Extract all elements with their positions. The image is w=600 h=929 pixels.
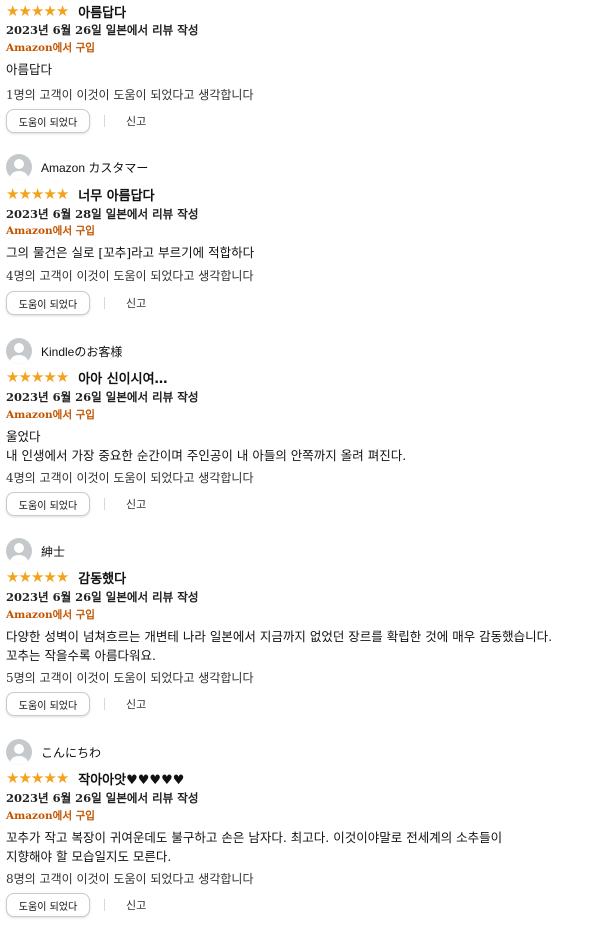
review-actions: 도움이 되었다 신고: [6, 691, 146, 717]
review-title[interactable]: 아름답다: [78, 2, 126, 21]
star-icon: ★: [6, 567, 19, 586]
reviewer-profile[interactable]: 紳士: [6, 537, 65, 565]
review-actions: 도움이 되었다 신고: [6, 491, 146, 517]
avatar-icon: [6, 739, 32, 765]
review-date: 2023년 6월 26일 일본에서 리뷰 작성: [6, 390, 199, 404]
star-icon: ★: [6, 768, 19, 787]
review-title[interactable]: 아아 신이시여…: [78, 368, 167, 387]
helpful-count: 8명의 고객이 이것이 도움이 되었다고 생각합니다: [6, 872, 254, 886]
avatar-icon: [6, 538, 32, 564]
reviewer-name[interactable]: こんにちわ: [41, 744, 101, 761]
helpful-count: 4명의 고객이 이것이 도움이 되었다고 생각합니다: [6, 471, 254, 485]
review-title[interactable]: 너무 아름답다: [78, 185, 154, 204]
verified-purchase-badge: Amazon에서 구입: [6, 810, 95, 822]
star-icon: ★: [55, 1, 69, 20]
verified-purchase-badge: Amazon에서 구입: [6, 42, 95, 54]
verified-purchase-badge: Amazon에서 구입: [6, 609, 95, 621]
star-icon: ★: [55, 567, 69, 586]
action-divider: [104, 698, 105, 710]
review-title-row: ★ ★ ★ ★ ★ 감동했다: [6, 567, 126, 587]
review-title[interactable]: 작아아앗♥♥♥♥♥: [78, 769, 184, 788]
reviewer-name[interactable]: Amazon カスタマー: [41, 159, 148, 176]
reviewer-profile[interactable]: Amazon カスタマー: [6, 153, 148, 181]
star-rating[interactable]: ★ ★ ★ ★ ★: [6, 184, 69, 203]
star-icon: ★: [55, 184, 69, 203]
star-icon: ★: [30, 567, 44, 586]
helpful-button[interactable]: 도움이 되었다: [6, 291, 90, 315]
star-icon: ★: [55, 768, 69, 787]
star-icon: ★: [18, 367, 31, 386]
reviewer-profile[interactable]: Kindleのお客様: [6, 337, 122, 365]
review-body-line: 지향해야 할 모습일지도 모른다.: [6, 849, 172, 864]
helpful-count: 4명의 고객이 이것이 도움이 되었다고 생각합니다: [6, 269, 254, 283]
star-icon: ★: [30, 367, 44, 386]
review-body-line: 내 인생에서 가장 중요한 순간이며 주인공이 내 아들의 안쪽까지 올려 펴진…: [6, 448, 407, 463]
avatar-icon: [6, 154, 32, 180]
reviewer-profile[interactable]: こんにちわ: [6, 738, 101, 766]
star-icon: ★: [43, 1, 56, 20]
star-icon: ★: [18, 1, 31, 20]
review-date: 2023년 6월 26일 일본에서 리뷰 작성: [6, 590, 199, 604]
star-icon: ★: [6, 367, 19, 386]
review-actions: 도움이 되었다 신고: [6, 892, 146, 918]
review-date: 2023년 6월 26일 일본에서 리뷰 작성: [6, 791, 199, 805]
review-title-row: ★ ★ ★ ★ ★ 아아 신이시여…: [6, 367, 168, 387]
avatar-icon: [6, 338, 32, 364]
helpful-button[interactable]: 도움이 되었다: [6, 893, 90, 917]
review-actions: 도움이 되었다 신고: [6, 108, 146, 134]
review-date: 2023년 6월 28일 일본에서 리뷰 작성: [6, 207, 199, 221]
review-date: 2023년 6월 26일 일본에서 리뷰 작성: [6, 23, 199, 37]
action-divider: [104, 297, 105, 309]
review-body-line: 울었다: [6, 429, 41, 444]
report-link[interactable]: 신고: [126, 113, 146, 129]
helpful-count: 5명의 고객이 이것이 도움이 되었다고 생각합니다: [6, 671, 254, 685]
review-title-row: ★ ★ ★ ★ ★ 아름답다: [6, 1, 126, 21]
star-rating[interactable]: ★ ★ ★ ★ ★: [6, 1, 69, 20]
review-body-line: 꼬추는 작을수록 아름다워요.: [6, 648, 156, 663]
action-divider: [104, 899, 105, 911]
star-icon: ★: [55, 367, 69, 386]
action-divider: [104, 498, 105, 510]
star-icon: ★: [30, 768, 44, 787]
review-actions: 도움이 되었다 신고: [6, 290, 146, 316]
star-icon: ★: [30, 1, 44, 20]
action-divider: [104, 115, 105, 127]
star-icon: ★: [43, 367, 56, 386]
star-rating[interactable]: ★ ★ ★ ★ ★: [6, 367, 69, 386]
verified-purchase-badge: Amazon에서 구입: [6, 409, 95, 421]
reviewer-name[interactable]: 紳士: [41, 543, 65, 560]
review-body-line: 꼬추가 작고 복장이 귀여운데도 불구하고 손은 남자다. 최고다. 이것이야말…: [6, 830, 503, 845]
review-body-line: 그의 물건은 실로 [꼬추]라고 부르기에 적합하다: [6, 245, 255, 260]
star-icon: ★: [43, 567, 56, 586]
star-rating[interactable]: ★ ★ ★ ★ ★: [6, 768, 69, 787]
review-body-line: 다양한 성벽이 넘쳐흐르는 개변테 나라 일본에서 지금까지 없었던 장르를 확…: [6, 629, 553, 644]
review-title-row: ★ ★ ★ ★ ★ 작아아앗♥♥♥♥♥: [6, 768, 184, 788]
review-title-row: ★ ★ ★ ★ ★ 너무 아름답다: [6, 184, 155, 204]
star-icon: ★: [18, 567, 31, 586]
helpful-button[interactable]: 도움이 되었다: [6, 692, 90, 716]
verified-purchase-badge: Amazon에서 구입: [6, 225, 95, 237]
reviewer-name[interactable]: Kindleのお客様: [41, 343, 122, 360]
helpful-button[interactable]: 도움이 되었다: [6, 492, 90, 516]
helpful-count: 1명의 고객이 이것이 도움이 되었다고 생각합니다: [6, 88, 254, 102]
report-link[interactable]: 신고: [126, 897, 146, 913]
review-body-line: 아름답다: [6, 62, 53, 77]
star-icon: ★: [43, 184, 56, 203]
helpful-button[interactable]: 도움이 되었다: [6, 109, 90, 133]
star-icon: ★: [30, 184, 44, 203]
report-link[interactable]: 신고: [126, 496, 146, 512]
star-icon: ★: [18, 768, 31, 787]
star-rating[interactable]: ★ ★ ★ ★ ★: [6, 567, 69, 586]
star-icon: ★: [6, 1, 19, 20]
review-title[interactable]: 감동했다: [78, 568, 126, 587]
report-link[interactable]: 신고: [126, 295, 146, 311]
report-link[interactable]: 신고: [126, 696, 146, 712]
star-icon: ★: [6, 184, 19, 203]
star-icon: ★: [18, 184, 31, 203]
star-icon: ★: [43, 768, 56, 787]
